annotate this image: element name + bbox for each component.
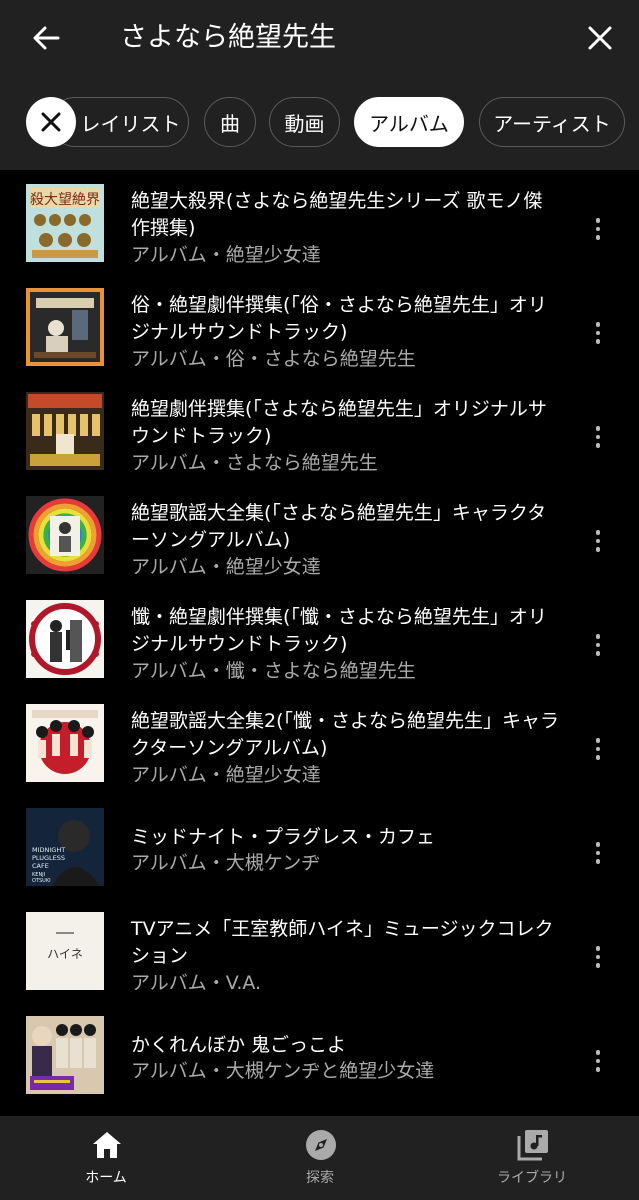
album-artwork xyxy=(26,704,104,782)
nav-library-label: ライブラリ xyxy=(497,1170,567,1186)
album-row[interactable]: 絶望歌謡大全集2(「懺・さよなら絶望先生」キャラクターソングアルバム) アルバム… xyxy=(0,698,639,802)
more-options-button[interactable] xyxy=(586,526,610,556)
album-title: 絶望劇伴撰集(「さよなら絶望先生」オリジナルサウンドトラック) xyxy=(131,398,547,447)
nav-home-label: ホーム xyxy=(85,1170,127,1186)
compass-icon xyxy=(306,1130,336,1160)
chip-artists[interactable]: アーティスト xyxy=(479,97,625,147)
close-icon xyxy=(41,112,61,132)
album-row[interactable]: 絶望歌謡大全集(「さよなら絶望先生」キャラクターソングアルバム) アルバム・絶望… xyxy=(0,490,639,594)
album-title: 絶望大殺界(さよなら絶望先生シリーズ 歌モノ傑作撰集) xyxy=(131,190,543,239)
nav-explore-label: 探索 xyxy=(306,1170,334,1186)
album-title: 俗・絶望劇伴撰集(「俗・さよなら絶望先生」オリジナルサウンドトラック) xyxy=(131,294,547,343)
album-row[interactable]: 絶望劇伴撰集(「さよなら絶望先生」オリジナルサウンドトラック) アルバム・さよな… xyxy=(0,386,639,490)
album-subtitle: アルバム・さよなら絶望先生 xyxy=(131,452,378,474)
filter-chips: レイリスト 曲 動画 アルバム アーティスト xyxy=(0,97,639,151)
close-icon xyxy=(588,26,612,50)
album-artwork xyxy=(26,1016,104,1094)
arrow-left-icon xyxy=(33,26,60,50)
search-header: さよなら絶望先生 レイリスト 曲 動画 アルバム アーティスト xyxy=(0,0,639,170)
album-artwork xyxy=(26,288,104,366)
album-subtitle: アルバム・絶望少女達 xyxy=(131,556,321,578)
album-artwork xyxy=(26,496,104,574)
album-artwork xyxy=(26,600,104,678)
more-options-button[interactable] xyxy=(586,1046,610,1076)
album-row[interactable]: 俗・絶望劇伴撰集(「俗・さよなら絶望先生」オリジナルサウンドトラック) アルバム… xyxy=(0,282,639,386)
library-icon xyxy=(517,1130,548,1161)
bottom-navigation: ホーム 探索 ライブラリ xyxy=(0,1116,639,1200)
more-options-button[interactable] xyxy=(586,214,610,244)
album-title: 絶望歌謡大全集(「さよなら絶望先生」キャラクターソングアルバム) xyxy=(131,502,547,551)
album-subtitle: アルバム・大槻ケンヂ xyxy=(131,852,321,874)
album-subtitle: アルバム・懺・さよなら絶望先生 xyxy=(131,660,416,682)
album-artwork: MIDNIGHT PLUGLESS CAFE KENJI OTSUKI xyxy=(26,808,104,886)
clear-filter-button[interactable] xyxy=(26,97,76,147)
home-icon xyxy=(93,1132,121,1158)
album-artwork: ハイネ xyxy=(26,912,104,990)
artwork-title-text: ハイネ xyxy=(47,947,83,961)
more-options-button[interactable] xyxy=(586,942,610,972)
artwork-text-line: CAFE xyxy=(32,862,49,870)
album-title: ミッドナイト・プラグレス・カフェ xyxy=(131,826,436,848)
album-artwork: 殺大望絶界 xyxy=(26,184,104,262)
album-subtitle: アルバム・大槻ケンヂと絶望少女達 xyxy=(131,1060,435,1082)
chip-albums[interactable]: アルバム xyxy=(354,97,464,147)
chip-videos[interactable]: 動画 xyxy=(269,97,340,147)
album-row[interactable]: ハイネ TVアニメ「王室教師ハイネ」ミュージックコレクション アルバム・V.A. xyxy=(0,906,639,1010)
chip-songs[interactable]: 曲 xyxy=(204,97,256,147)
more-options-button[interactable] xyxy=(586,422,610,452)
search-query[interactable]: さよなら絶望先生 xyxy=(120,18,336,58)
nav-library[interactable]: ライブラリ xyxy=(452,1116,612,1200)
album-row[interactable]: MIDNIGHT PLUGLESS CAFE KENJI OTSUKI ミッドナ… xyxy=(0,802,639,906)
nav-explore[interactable]: 探索 xyxy=(240,1116,400,1200)
artwork-text-line: MIDNIGHT xyxy=(32,846,65,854)
artwork-title-text: 殺大望絶界 xyxy=(30,192,100,208)
album-subtitle: アルバム・俗・さよなら絶望先生 xyxy=(131,348,416,370)
album-title: TVアニメ「王室教師ハイネ」ミュージックコレクション xyxy=(131,918,554,967)
more-options-button[interactable] xyxy=(586,734,610,764)
album-subtitle: アルバム・V.A. xyxy=(131,972,262,994)
artwork-text-line: PLUGLESS xyxy=(32,854,65,862)
album-row[interactable]: かくれんぼか 鬼ごっこよ アルバム・大槻ケンヂと絶望少女達 xyxy=(0,1010,639,1114)
album-artwork xyxy=(26,392,104,470)
close-search-button[interactable] xyxy=(582,20,618,56)
album-subtitle: アルバム・絶望少女達 xyxy=(131,764,321,786)
album-row[interactable]: 殺大望絶界 絶望大殺界(さよなら絶望先生シリーズ 歌モノ傑作撰集) アルバム・絶… xyxy=(0,178,639,282)
album-title: 懺・絶望劇伴撰集(「懺・さよなら絶望先生」オリジナルサウンドトラック) xyxy=(131,606,547,655)
back-button[interactable] xyxy=(28,20,64,56)
album-title: かくれんぼか 鬼ごっこよ xyxy=(131,1034,347,1056)
more-options-button[interactable] xyxy=(586,838,610,868)
more-options-button[interactable] xyxy=(586,318,610,348)
album-title: 絶望歌謡大全集2(「懺・さよなら絶望先生」キャラクターソングアルバム) xyxy=(131,710,560,759)
more-options-button[interactable] xyxy=(586,630,610,660)
nav-home[interactable]: ホーム xyxy=(26,1116,186,1200)
album-subtitle: アルバム・絶望少女達 xyxy=(131,244,321,266)
album-row[interactable]: 懺・絶望劇伴撰集(「懺・さよなら絶望先生」オリジナルサウンドトラック) アルバム… xyxy=(0,594,639,698)
artwork-text-line: OTSUKI xyxy=(32,878,51,884)
